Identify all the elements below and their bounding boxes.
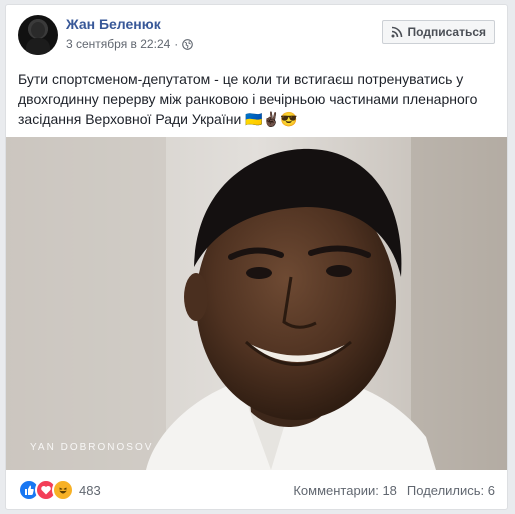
photo-watermark: YAN DOBRONOSOV xyxy=(30,442,154,453)
post-meta: 3 сентября в 22:24 · xyxy=(66,37,194,51)
subscribe-button[interactable]: Подписаться xyxy=(381,20,495,44)
comments-count[interactable]: Комментарии: 18 xyxy=(293,483,397,498)
haha-icon xyxy=(52,479,74,501)
reaction-count: 483 xyxy=(79,482,101,498)
globe-icon xyxy=(182,38,194,50)
author-name[interactable]: Жан Беленюк xyxy=(66,16,161,32)
reactions-summary[interactable]: 483 xyxy=(18,479,101,501)
post-text: Бути спортсменом-депутатом - це коли ти … xyxy=(18,71,478,127)
post-timestamp[interactable]: 3 сентября в 22:24 xyxy=(66,37,170,51)
post-header: Жан Беленюк 3 сентября в 22:24 · Подписа… xyxy=(18,15,495,63)
avatar[interactable] xyxy=(18,15,58,55)
subscribe-label: Подписаться xyxy=(407,25,486,39)
post-footer: 483 Комментарии: 18 Поделились: 6 xyxy=(18,471,495,509)
post-photo[interactable]: YAN DOBRONOSOV xyxy=(6,137,507,470)
engagement-stats: Комментарии: 18 Поделились: 6 xyxy=(293,483,495,498)
post-card: Жан Беленюк 3 сентября в 22:24 · Подписа… xyxy=(5,4,508,510)
portrait-image xyxy=(6,137,507,470)
rss-icon xyxy=(391,26,402,38)
shares-count[interactable]: Поделились: 6 xyxy=(407,483,495,498)
